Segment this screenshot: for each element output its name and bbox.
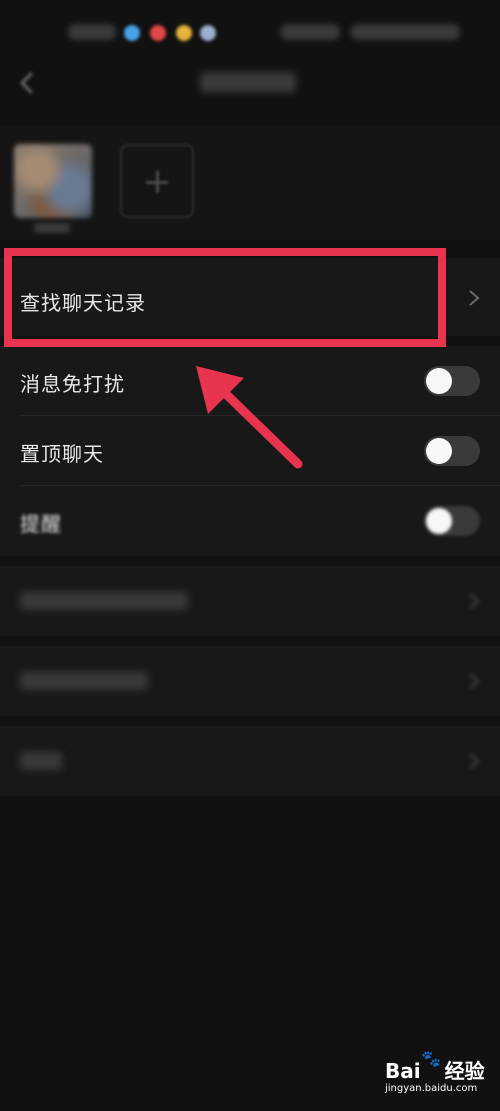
toggle-knob [426,438,452,464]
mute-notifications-toggle[interactable] [424,366,480,396]
pin-chat-toggle[interactable] [424,436,480,466]
battery-icon [350,24,460,40]
pin-chat-label: 置顶聊天 [20,442,104,466]
member-avatar[interactable] [14,144,92,218]
toggle-knob [426,508,452,534]
settings-row[interactable] [0,566,500,636]
notification-icon [176,25,192,41]
reminder-row: 提醒 [0,486,500,556]
watermark-url: jingyan.baidu.com [385,1083,478,1094]
pin-chat-row: 置顶聊天 [0,416,500,486]
back-arrow-icon[interactable] [16,69,38,97]
paw-icon: 🐾 [421,1049,441,1068]
notification-icon [124,25,140,41]
chevron-right-icon [469,753,480,769]
baidu-jingyan-watermark: Bai 经验 🐾 jingyan.baidu.com [385,1049,500,1105]
reminder-label: 提醒 [20,512,62,536]
page-title [200,72,296,92]
add-member-button[interactable] [120,144,194,218]
chevron-right-icon [469,593,480,609]
toggle-knob [426,368,452,394]
blurred-label [20,672,148,690]
search-chat-history-label: 查找聊天记录 [20,291,146,315]
watermark-product: 经验 [444,1059,485,1083]
status-bar [0,0,500,60]
signal-icon [280,24,340,40]
member-name [34,223,70,233]
blurred-label [20,752,62,770]
blurred-label [20,592,188,610]
chevron-right-icon [469,673,480,689]
mute-notifications-label: 消息免打扰 [20,372,125,396]
nav-bar [0,55,500,111]
search-chat-history-row[interactable]: 查找聊天记录 [0,258,500,336]
reminder-toggle[interactable] [424,506,480,536]
notification-icon [150,25,166,41]
chat-members [0,125,500,240]
chevron-right-icon [469,290,480,306]
clock-text [68,24,116,40]
settings-row[interactable] [0,726,500,796]
settings-row[interactable] [0,646,500,716]
notification-icon [200,25,216,41]
mute-notifications-row: 消息免打扰 [0,346,500,416]
watermark-brand: Bai [385,1059,421,1083]
